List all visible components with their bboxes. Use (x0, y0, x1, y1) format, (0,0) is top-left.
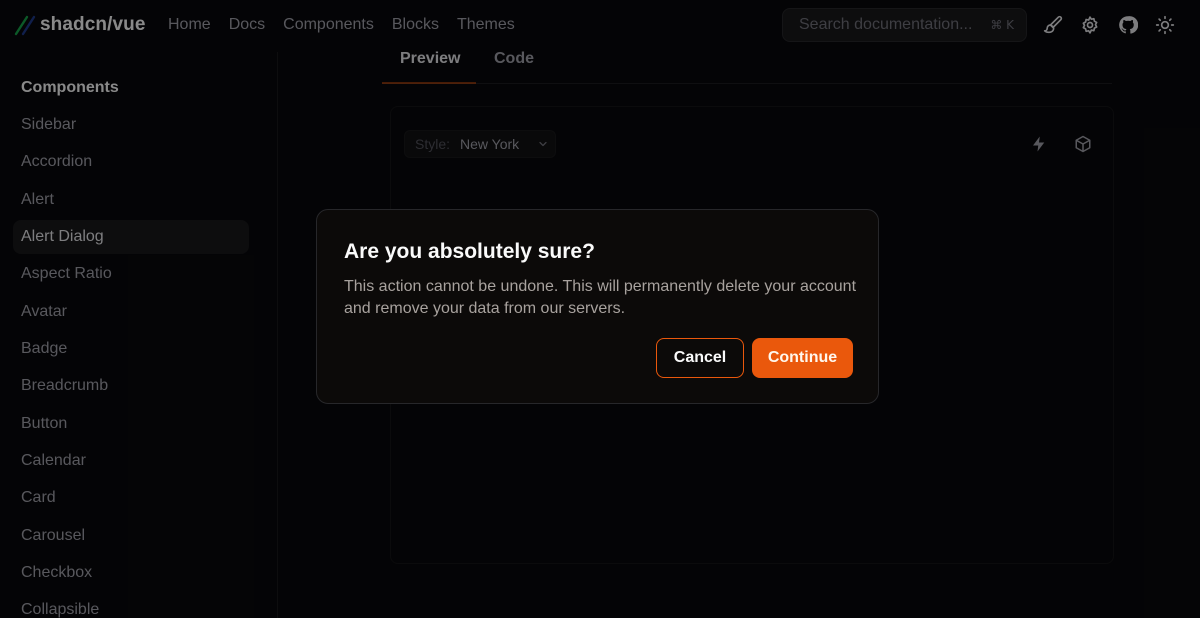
dialog-description: This action cannot be undone. This will … (344, 278, 857, 317)
alert-dialog: Are you absolutely sure? This action can… (316, 209, 879, 404)
cancel-button[interactable]: Cancel (656, 338, 744, 378)
continue-button[interactable]: Continue (752, 338, 853, 378)
dialog-title: Are you absolutely sure? (344, 240, 595, 263)
page: shadcn/vue Home Docs Components Blocks T… (0, 0, 1200, 618)
